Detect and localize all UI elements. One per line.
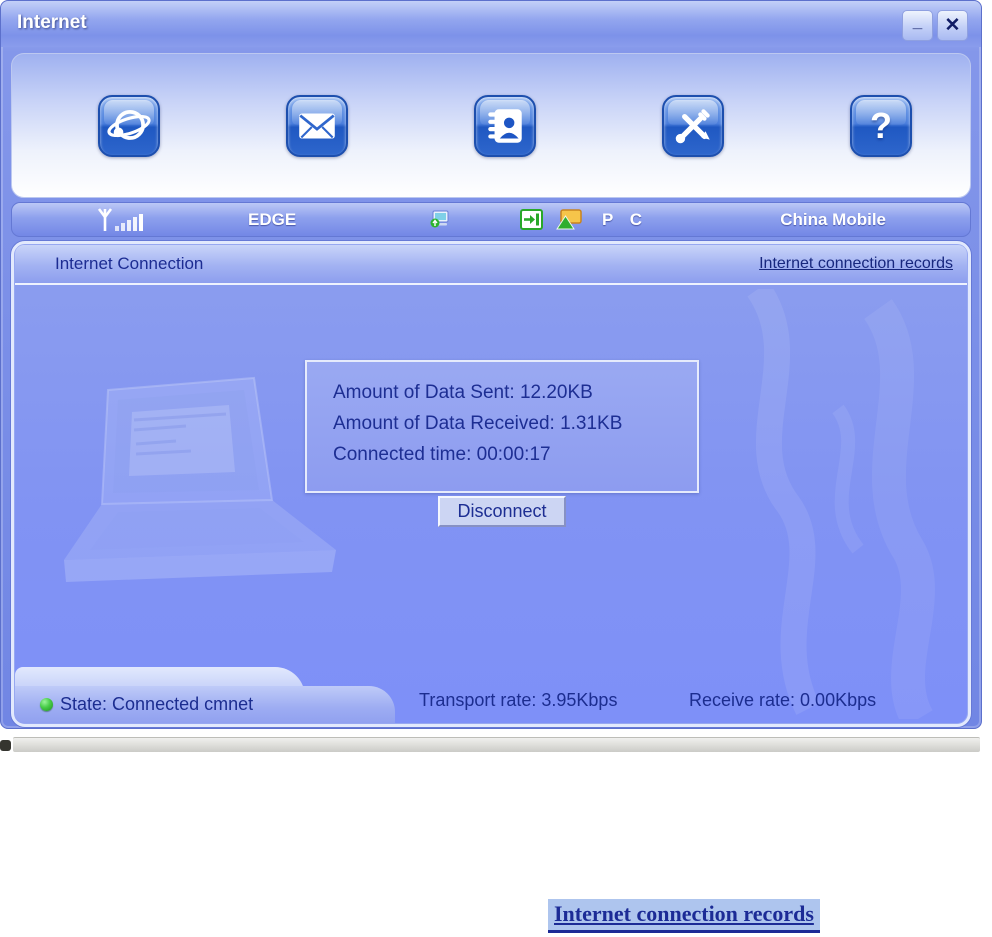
traffic-upload-icon	[556, 203, 582, 236]
state-label: State: Connected cmnet	[60, 694, 254, 714]
globe-icon	[107, 109, 151, 140]
records-link[interactable]: Internet connection records	[759, 255, 953, 273]
settings-button[interactable]	[662, 94, 724, 157]
statusbar: EDGE P C China Mobile	[11, 202, 971, 237]
connected-login-icon	[520, 203, 543, 236]
connection-info-box: Amount of Data Sent: 12.20KB Amount of D…	[305, 360, 699, 493]
screenshot-artifact-bar	[13, 737, 980, 752]
minimize-button[interactable]: _	[902, 10, 933, 41]
toolbar: ?	[11, 53, 971, 198]
pc-status-icon	[430, 203, 450, 236]
data-received-line: Amount of Data Received: 1.31KB	[333, 413, 623, 434]
connected-time-line: Connected time: 00:00:17	[333, 444, 551, 465]
panel-title: Internet Connection	[55, 254, 204, 273]
world-map-watermark	[747, 289, 935, 719]
help-button[interactable]: ?	[850, 94, 912, 157]
phonebook-button[interactable]	[474, 94, 536, 157]
device-label: P C	[602, 209, 649, 229]
receive-rate-label: Receive rate: 0.00Kbps	[689, 690, 877, 710]
data-sent-line: Amount of Data Sent: 12.20KB	[333, 382, 593, 403]
transport-rate-label: Transport rate: 3.95Kbps	[419, 690, 618, 710]
network-type-label: EDGE	[248, 209, 297, 229]
caption-records-link[interactable]: Internet connection records	[548, 899, 820, 933]
tools-icon	[675, 108, 710, 143]
disconnect-button[interactable]: Disconnect	[438, 496, 566, 527]
screenshot-root: Internet _ ✕ ? EDGE P C China Mobile Int…	[0, 0, 992, 937]
window-title: Internet	[17, 12, 87, 33]
panel-header: Internet Connection Internet connection …	[15, 245, 967, 285]
close-button[interactable]: ✕	[937, 10, 968, 41]
envelope-icon	[299, 112, 335, 139]
sms-button[interactable]	[286, 94, 348, 157]
screenshot-artifact-dot	[0, 740, 11, 751]
signal-strength-icon	[96, 203, 144, 236]
carrier-label: China Mobile	[780, 209, 886, 229]
connected-status-dot-icon	[40, 698, 53, 711]
question-mark-icon: ?	[870, 104, 892, 146]
contact-book-icon	[488, 108, 522, 143]
state-row: State: Connected cmnet	[40, 694, 253, 715]
titlebar: Internet _ ✕	[1, 1, 981, 47]
close-icon: ✕	[944, 15, 961, 36]
app-window: Internet _ ✕ ? EDGE P C China Mobile Int…	[0, 0, 982, 729]
connection-panel: Internet Connection Internet connection …	[11, 241, 971, 727]
internet-button[interactable]	[98, 94, 160, 157]
minimize-icon: _	[912, 11, 923, 31]
